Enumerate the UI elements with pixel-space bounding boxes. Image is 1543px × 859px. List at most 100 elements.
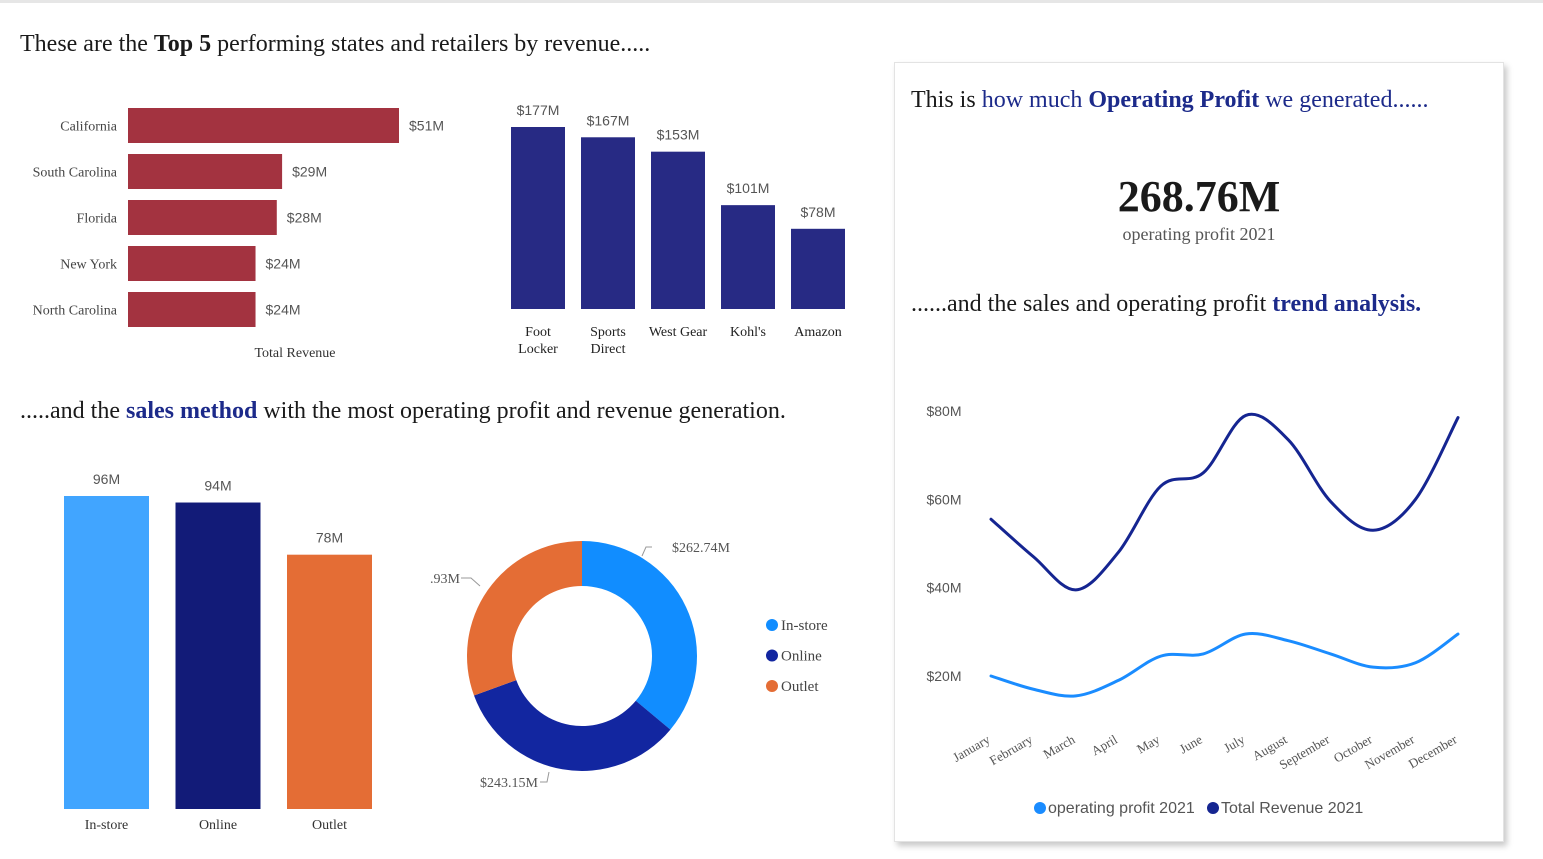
donut-slice [467,541,582,696]
state-value-label: $24M [266,302,301,318]
heading-bold-text: Operating Profit [1088,87,1260,113]
heading-text: These are the [20,31,154,57]
state-label: Florida [77,212,118,227]
kpi-value: 268.76M [1117,172,1281,221]
legend-label: Outlet [781,679,819,695]
state-bar [128,292,256,327]
heading-bold-text: trend analysis. [1272,291,1422,317]
donut-value-label: $262.74M [672,541,731,556]
method-bar [64,496,149,809]
kpi-label: operating profit 2021 [1122,224,1276,244]
trend-heading: ......and the sales and operating profit… [911,291,1421,318]
legend-marker [766,649,778,662]
x-tick-label: March [1041,731,1078,761]
legend-label: Online [781,649,822,665]
retailer-label: Direct [591,342,626,357]
donut-value-label: .93M [430,572,461,587]
retailer-label: Foot [525,325,551,340]
trend-line-chart: $20M $40M $60M $80M JanuaryFebruary March Apri… [926,403,1460,817]
retailer-value-label: $167M [587,112,630,128]
x-tick-label: December [1406,731,1460,771]
x-axis-label: Total Revenue [254,346,335,361]
states-revenue-chart: California $51M South Carolina $29M Florida $… [33,108,444,361]
sales-method-donut-chart: $262.74M $243.15M .93M In-store Online Outlet [430,541,828,791]
state-label: California [60,120,118,135]
retailer-label: Kohl's [730,325,766,340]
method-label: Outlet [312,818,347,833]
legend-marker [766,619,778,631]
operating-profit-card: This is how much Operating Profit we gen… [894,62,1504,842]
donut-slice [474,680,671,771]
retailer-label: West Gear [649,325,708,340]
legend-marker [1207,802,1219,814]
legend-label: Total Revenue 2021 [1221,800,1363,817]
top-performers-heading: These are the Top 5 performing states an… [20,31,650,58]
state-bar [128,200,277,235]
state-bar [128,108,399,143]
retailer-value-label: $101M [727,180,770,196]
heading-text: performing states and retailers by reven… [211,31,651,57]
y-tick-label: $60M [926,491,961,507]
profit-line [989,632,1460,698]
x-tick-label: February [987,731,1036,768]
legend-marker [766,680,778,692]
legend-marker [1034,802,1046,814]
state-label: South Carolina [33,166,118,181]
method-value-label: 94M [204,478,231,494]
state-value-label: $29M [292,164,327,180]
heading-text: This is [911,87,982,113]
sales-method-heading: .....and the sales method with the most … [20,398,786,425]
state-value-label: $24M [266,256,301,272]
state-label: New York [60,258,117,273]
retailer-bar [721,205,775,309]
retailer-label: Locker [518,342,558,357]
heading-bold-text: sales method [125,398,258,424]
method-value-label: 78M [316,530,343,546]
state-label: North Carolina [33,304,118,319]
x-tick-label: April [1089,731,1121,758]
x-tick-label: May [1134,731,1163,756]
operating-profit-heading: This is how much Operating Profit we gen… [911,87,1428,114]
state-bar [128,246,256,281]
state-bar [128,154,283,189]
method-label: In-store [85,818,129,833]
retailer-value-label: $78M [800,204,835,220]
retailer-bar [581,137,635,309]
y-tick-label: $20M [926,668,961,684]
x-tick-label: June [1177,732,1205,757]
heading-text: we generated...... [1259,87,1429,113]
x-tick-label: July [1221,731,1248,755]
retailers-revenue-chart: $177M Foot Locker $167M Sports Direct $153M Wes… [511,102,845,357]
method-bar [175,502,261,809]
retailer-bar [651,151,705,309]
y-tick-label: $80M [926,403,961,419]
heading-text: ......and the sales and operating profit [911,291,1273,317]
retailer-value-label: $153M [657,127,700,143]
donut-leader-line [540,771,550,783]
state-value-label: $28M [287,210,322,226]
heading-text: .....and the [20,398,126,424]
donut-slice [582,541,697,730]
heading-bold-text: Top 5 [153,31,212,57]
heading-text: with the most operating profit and reven… [257,398,786,424]
donut-value-label: $243.15M [480,776,539,791]
method-label: Online [199,818,237,833]
retailer-label: Sports [590,325,626,340]
method-bar [287,554,372,809]
retailer-bar [791,228,845,309]
donut-leader-line [461,577,481,587]
retailer-label: Amazon [794,325,841,340]
x-tick-label: January [950,731,993,764]
retailer-value-label: $177M [517,102,560,118]
legend-label: In-store [781,618,828,634]
legend-label: operating profit 2021 [1048,800,1195,817]
state-value-label: $51M [409,118,444,134]
donut-leader-line [641,546,652,557]
sales-method-bar-chart: 96M In-store 94M Online 78M Outlet [64,471,372,833]
y-tick-label: $40M [926,580,961,596]
top-border [0,0,1543,3]
retailer-bar [511,127,565,309]
revenue-line [989,412,1460,592]
method-value-label: 96M [93,471,120,487]
heading-text: how much [981,87,1089,113]
